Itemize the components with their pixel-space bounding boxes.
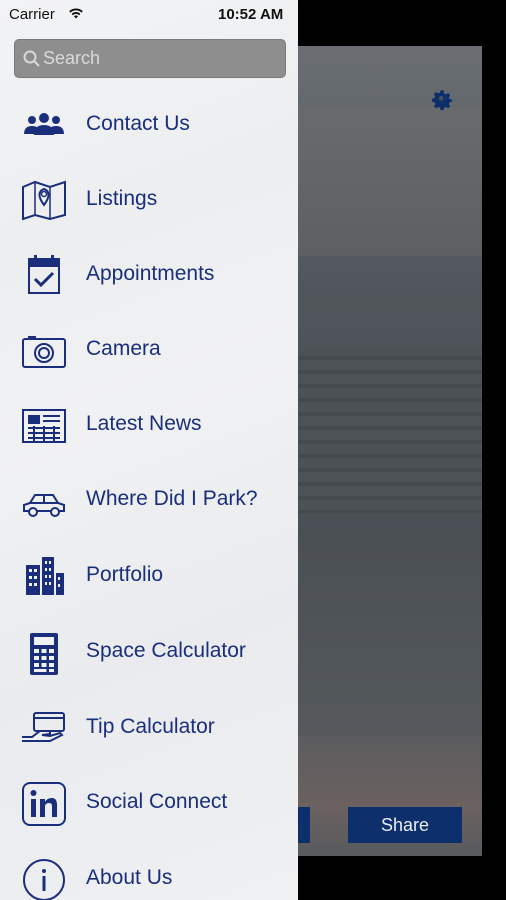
menu-item-label: About Us: [86, 866, 173, 889]
menu-item-label: Tip Calculator: [86, 715, 215, 738]
menu-item-label: Where Did I Park?: [86, 487, 258, 510]
menu-item-space-calculator[interactable]: Space Calculator: [0, 615, 298, 685]
carrier-label: Carrier: [9, 6, 55, 23]
search-input[interactable]: [43, 40, 283, 77]
people-icon: [24, 113, 64, 135]
status-bar: Carrier 10:52 AM: [0, 0, 298, 30]
menu-item-label: Social Connect: [86, 790, 228, 813]
info-icon: [23, 859, 65, 900]
menu-item-contact-us[interactable]: Contact Us: [0, 88, 298, 158]
map-pin-icon: [22, 180, 66, 221]
menu-item-label: Appointments: [86, 262, 215, 285]
menu-item-listings[interactable]: Listings: [0, 163, 298, 233]
menu-item-camera[interactable]: Camera: [0, 313, 298, 383]
menu-item-latest-news[interactable]: Latest News: [0, 388, 298, 458]
menu-item-label: Space Calculator: [86, 639, 246, 662]
share-button[interactable]: Share: [348, 807, 462, 843]
menu-item-tip-calculator[interactable]: Tip Calculator: [0, 691, 298, 761]
menu-item-label: Contact Us: [86, 112, 190, 135]
search-bar[interactable]: [14, 39, 286, 78]
calculator-icon: [30, 633, 58, 675]
car-icon: [23, 494, 65, 517]
menu-item-label: Listings: [86, 187, 158, 210]
menu-item-label: Portfolio: [86, 563, 164, 586]
newspaper-icon: [22, 409, 66, 443]
calendar-check-icon: [28, 255, 60, 294]
menu-item-portfolio[interactable]: Portfolio: [0, 539, 298, 609]
menu-item-about-us[interactable]: About Us: [0, 842, 298, 900]
menu-item-where-did-i-park[interactable]: Where Did I Park?: [0, 463, 298, 533]
status-time: 10:52 AM: [218, 6, 284, 23]
buildings-icon: [26, 557, 64, 595]
camera-icon: [22, 336, 66, 368]
search-icon: [23, 50, 40, 67]
side-drawer: Carrier 10:52 AM Contact Us: [0, 0, 298, 900]
menu-item-label: Camera: [86, 337, 161, 360]
wifi-icon: [69, 8, 83, 19]
menu-item-label: Latest News: [86, 412, 202, 435]
menu-item-appointments[interactable]: Appointments: [0, 238, 298, 308]
gear-icon[interactable]: [428, 86, 456, 114]
linkedin-icon: [22, 782, 66, 826]
menu-item-social-connect[interactable]: Social Connect: [0, 766, 298, 836]
hand-card-icon: [22, 712, 65, 742]
